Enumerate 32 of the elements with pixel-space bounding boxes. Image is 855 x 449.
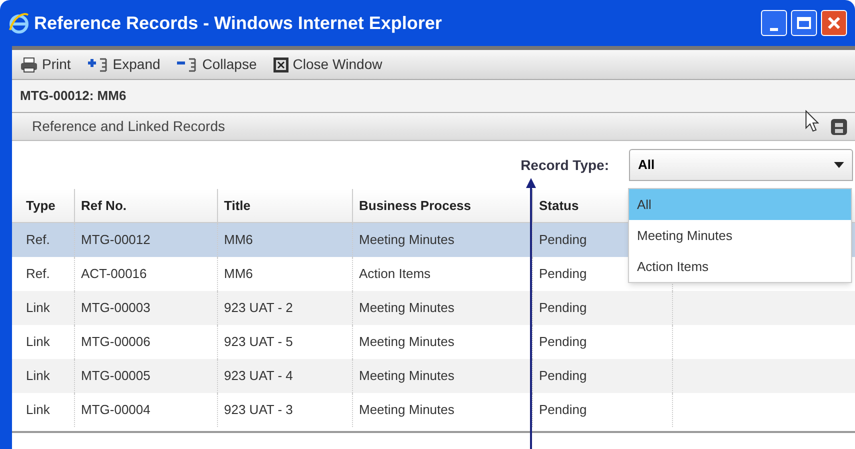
minimize-button[interactable] [761,10,787,36]
maximize-button[interactable] [791,10,817,36]
select-value: All [637,156,656,174]
print-button[interactable]: Print [20,54,71,75]
dropdown-option[interactable]: All [629,189,851,220]
window-title: Reference Records - Windows Internet Explorer [34,12,443,35]
panel-title: Reference and Linked Records [32,117,226,136]
record-title: MTG-00012: MM6 [19,87,128,106]
minimize-icon [770,28,778,31]
collapse-button[interactable]: Collapse [176,54,257,75]
minus-lines-icon [176,56,198,72]
maximize-icon [797,17,811,29]
printer-icon [20,56,38,72]
close-button[interactable]: Close Window [272,54,382,75]
column-header[interactable]: Title [218,189,353,222]
table-row[interactable]: Link MTG-00005 923 UAT - 4 Meeting Minutes Pending [12,359,855,393]
close-icon [827,16,841,30]
dropdown-option[interactable]: Action Items [629,251,851,282]
close-button[interactable] [821,10,847,36]
dropdown-caret-icon [834,162,844,168]
column-header[interactable]: Ref No. [75,189,218,222]
record-type-label: Record Type: [520,156,609,175]
column-header[interactable]: Business Process [353,189,533,222]
close-box-icon [272,56,289,72]
browser-logo-icon [8,12,30,34]
plus-lines-icon [86,56,109,72]
column-header[interactable]: Type [20,189,75,222]
record-type-select[interactable]: All [629,149,853,181]
save-icon[interactable] [831,118,847,134]
table-row[interactable]: Link MTG-00003 923 UAT - 2 Meeting Minutes Pending [12,291,855,325]
dropdown-option[interactable]: Meeting Minutes [629,220,851,251]
expand-button[interactable]: Expand [86,54,160,75]
